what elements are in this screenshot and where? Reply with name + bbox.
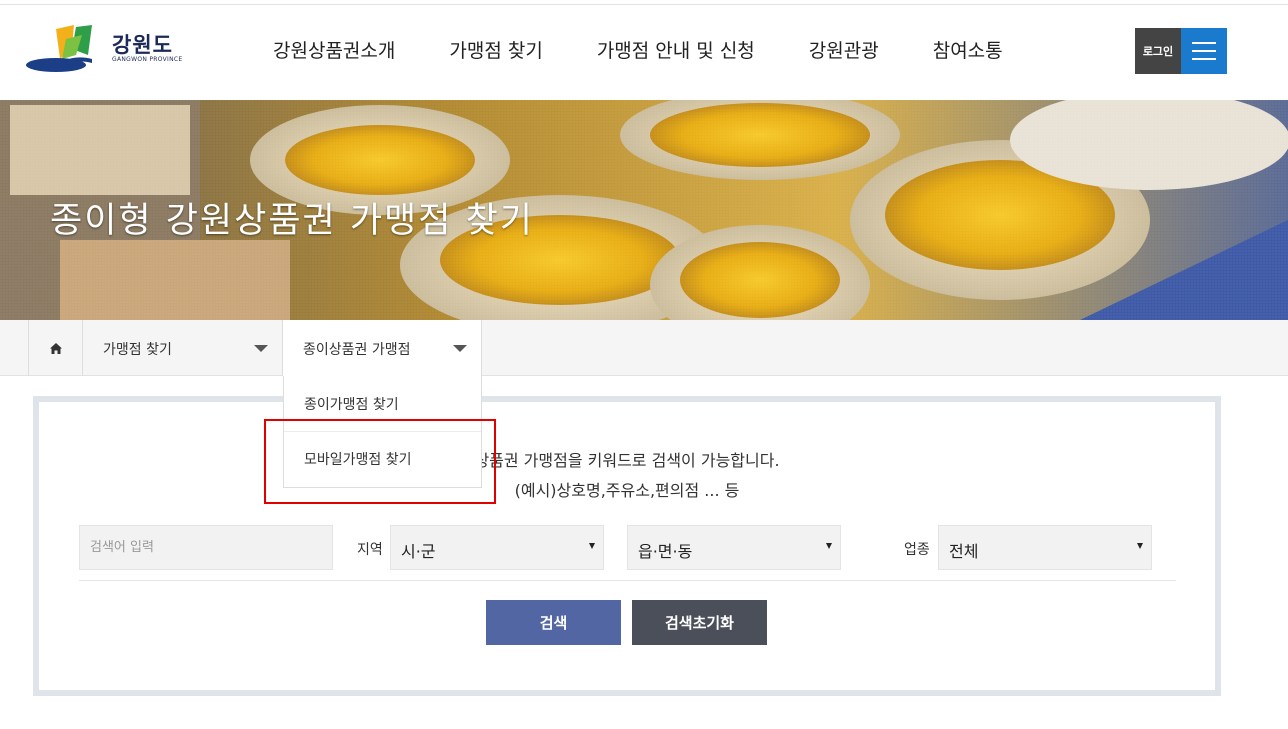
breadcrumb: 가맹점 찾기 종이상품권 가맹점 bbox=[0, 320, 1288, 376]
page-banner: 종이형 강원상품권 가맹점 찾기 bbox=[0, 100, 1288, 320]
main-nav: 강원상품권소개 가맹점 찾기 가맹점 안내 및 신청 강원관광 참여소통 bbox=[246, 36, 1030, 63]
site-header: 강원도 GANGWON PROVINCE 강원상품권소개 가맹점 찾기 가맹점 … bbox=[0, 5, 1288, 100]
hamburger-icon-bar bbox=[1192, 58, 1216, 60]
hamburger-icon-bar bbox=[1192, 50, 1216, 52]
dropdown-arrow-icon bbox=[589, 543, 595, 549]
nav-item-intro[interactable]: 강원상품권소개 bbox=[246, 36, 422, 63]
hamburger-menu-button[interactable] bbox=[1181, 28, 1227, 74]
caret-down-icon bbox=[254, 345, 268, 352]
region-city-select[interactable]: 시·군 bbox=[390, 525, 604, 570]
breadcrumb-level2-label: 종이상품권 가맹점 bbox=[303, 342, 411, 358]
nav-item-tourism[interactable]: 강원관광 bbox=[782, 36, 906, 63]
breadcrumb-level1-dropdown[interactable]: 가맹점 찾기 bbox=[83, 320, 283, 376]
category-value: 전체 bbox=[949, 542, 979, 561]
divider bbox=[79, 580, 1176, 581]
reset-search-button[interactable]: 검색초기화 bbox=[632, 600, 767, 645]
category-label: 업종 bbox=[904, 542, 930, 558]
region-town-value: 읍·면·동 bbox=[638, 542, 693, 561]
region-city-value: 시·군 bbox=[401, 542, 436, 561]
login-button[interactable]: 로그인 bbox=[1135, 28, 1181, 74]
hamburger-icon bbox=[1192, 42, 1216, 44]
search-panel: 상품권 가맹점을 키워드로 검색이 가능합니다. (예시)상호명,주유소,편의점… bbox=[33, 396, 1221, 696]
nav-item-store-apply[interactable]: 가맹점 안내 및 신청 bbox=[570, 36, 782, 63]
gangwon-logo[interactable]: 강원도 GANGWON PROVINCE bbox=[26, 25, 186, 75]
menu-item-label: 모바일가맹점 찾기 bbox=[304, 452, 412, 468]
breadcrumb-level2-dropdown[interactable]: 종이상품권 가맹점 bbox=[283, 320, 482, 376]
breadcrumb-home[interactable] bbox=[28, 320, 83, 376]
search-description: 상품권 가맹점을 키워드로 검색이 가능합니다. bbox=[474, 451, 780, 470]
region-label: 지역 bbox=[357, 542, 383, 558]
nav-item-find-store[interactable]: 가맹점 찾기 bbox=[422, 36, 569, 63]
keyword-input[interactable] bbox=[79, 525, 333, 570]
breadcrumb-level2-menu: 종이가맹점 찾기 모바일가맹점 찾기 bbox=[283, 376, 482, 488]
gangwon-emblem-icon bbox=[26, 25, 92, 72]
home-icon bbox=[49, 342, 62, 354]
page-title: 종이형 강원상품권 가맹점 찾기 bbox=[50, 201, 534, 241]
menu-item-paper-store[interactable]: 종이가맹점 찾기 bbox=[284, 376, 481, 432]
search-example: (예시)상호명,주유소,편의점 ... 등 bbox=[514, 481, 740, 500]
dropdown-arrow-icon bbox=[826, 543, 832, 549]
logo-subtitle: GANGWON PROVINCE bbox=[112, 56, 183, 63]
caret-down-icon bbox=[453, 345, 467, 352]
menu-item-mobile-store[interactable]: 모바일가맹점 찾기 bbox=[284, 431, 481, 487]
breadcrumb-level1-label: 가맹점 찾기 bbox=[103, 342, 172, 358]
search-button[interactable]: 검색 bbox=[486, 600, 621, 645]
nav-item-community[interactable]: 참여소통 bbox=[906, 36, 1030, 63]
dropdown-arrow-icon bbox=[1137, 543, 1143, 549]
region-town-select[interactable]: 읍·면·동 bbox=[627, 525, 841, 570]
menu-item-label: 종이가맹점 찾기 bbox=[304, 397, 399, 413]
logo-text: 강원도 bbox=[112, 33, 173, 57]
category-select[interactable]: 전체 bbox=[938, 525, 1152, 570]
